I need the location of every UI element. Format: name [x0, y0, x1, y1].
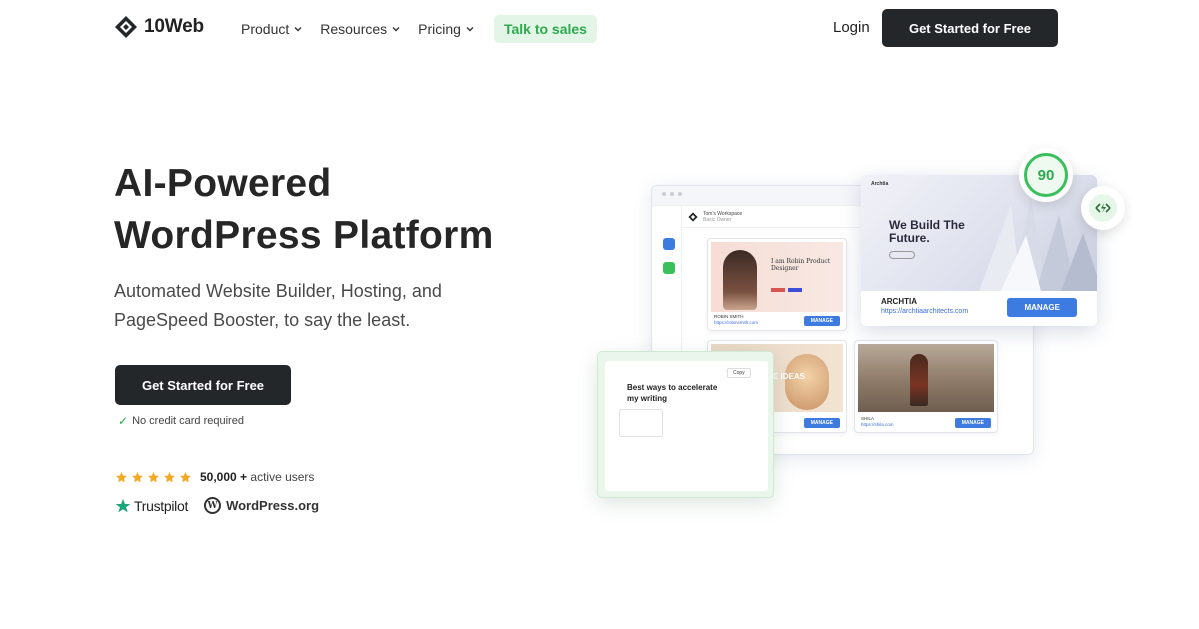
- trustpilot-star-icon: [115, 498, 131, 512]
- manage-button[interactable]: MANAGE: [954, 418, 991, 428]
- rating-row: 50,000 + active users: [115, 470, 314, 484]
- active-users-count: 50,000 +: [200, 470, 248, 484]
- site-card-shila: SHILA https://shila.com MANAGE: [854, 340, 998, 433]
- get-started-button-hero[interactable]: Get Started for Free: [115, 365, 291, 405]
- wordpress-label: WordPress.org: [226, 498, 320, 513]
- site-headline: E IDEAS: [773, 372, 806, 381]
- wordpress-badge[interactable]: W WordPress.org: [204, 497, 319, 514]
- star-icon: [116, 471, 127, 482]
- hero-subtitle-line2: PageSpeed Booster, to say the least.: [114, 310, 411, 330]
- get-started-button-header[interactable]: Get Started for Free: [882, 9, 1058, 47]
- top-navigation: 10Web Product Resources Pricing Talk to …: [0, 0, 1199, 56]
- preview-button: [771, 288, 785, 292]
- site-card-robin: I am Robin Product Designer ROBIN SMITH …: [707, 238, 847, 331]
- hero-subtitle: Automated Website Builder, Hosting, and …: [114, 277, 494, 335]
- site-url: https://robinsmith.com: [714, 320, 759, 325]
- menu-resources[interactable]: Resources: [320, 21, 400, 37]
- login-link[interactable]: Login: [833, 19, 870, 36]
- ai-writer-heading: Best ways to accelerate my writing: [627, 383, 718, 403]
- site-preview: I am Robin Product Designer: [711, 242, 843, 312]
- workspace-name: Tom's Workspace: [703, 210, 743, 217]
- archtia-site-card: Archtia We Build The Future. ARCHTIA htt…: [861, 175, 1097, 326]
- sidebar-tile-blue: [663, 238, 675, 250]
- ai-writer-textbox[interactable]: [619, 409, 663, 437]
- portrait-image: [910, 354, 928, 406]
- site-preview: [858, 344, 994, 412]
- wordpress-logo-icon: W: [204, 497, 222, 514]
- ai-writer-panel: Copy Best ways to accelerate my writing: [605, 361, 768, 491]
- site-meta: ROBIN SMITH https://robinsmith.com: [714, 314, 758, 326]
- active-users-text: 50,000 + active users: [200, 470, 314, 484]
- archtia-headline: We Build The Future.: [889, 219, 965, 245]
- 10web-logo-icon: [688, 211, 698, 222]
- archtia-preview-button: [889, 251, 915, 259]
- talk-to-sales-button[interactable]: Talk to sales: [493, 15, 597, 43]
- menu-product-label: Product: [241, 21, 290, 37]
- star-icon: [148, 471, 159, 482]
- brand-name: 10Web: [144, 16, 204, 37]
- chevron-down-icon: [466, 27, 474, 32]
- hero-title: AI-Powered WordPress Platform: [114, 158, 574, 262]
- ai-writer-card: Copy Best ways to accelerate my writing: [597, 351, 774, 498]
- menu-pricing[interactable]: Pricing: [418, 21, 474, 37]
- portrait-image: [785, 354, 829, 410]
- pagespeed-score: 90: [1024, 153, 1068, 197]
- trustpilot-label: Trustpilot: [134, 497, 189, 514]
- workspace-role: Basic Owner: [703, 216, 732, 223]
- manage-button[interactable]: MANAGE: [1007, 298, 1077, 317]
- menu-resources-label: Resources: [320, 21, 388, 37]
- trustpilot-badge[interactable]: Trustpilot: [115, 498, 188, 514]
- manage-button[interactable]: MANAGE: [803, 418, 840, 428]
- archtia-site-name: ARCHTIA: [881, 297, 917, 306]
- window-dot: [678, 192, 682, 196]
- manage-button[interactable]: MANAGE: [803, 316, 840, 326]
- sidebar-tile-green: [663, 262, 675, 274]
- booster-badge: [1081, 186, 1125, 230]
- pagespeed-score-badge: 90: [1019, 148, 1073, 202]
- hero-illustration: Tom's Workspace Basic Owner I am Robin P…: [595, 140, 1135, 505]
- active-users-suffix: active users: [250, 470, 315, 484]
- menu-pricing-label: Pricing: [418, 21, 461, 37]
- main-menu: Product Resources Pricing Talk to sales: [241, 15, 597, 43]
- copy-button[interactable]: Copy: [727, 368, 751, 378]
- site-url: https://shila.com: [861, 422, 894, 427]
- portrait-image: [723, 250, 757, 310]
- trust-logos: Trustpilot W WordPress.org: [115, 497, 319, 514]
- lightning-icon: [1089, 194, 1117, 222]
- site-meta: SHILA https://shila.com: [861, 416, 894, 428]
- preview-button: [788, 288, 802, 292]
- window-dot: [670, 192, 674, 196]
- archtia-site-url[interactable]: https://archtiaarchitects.com: [881, 308, 968, 315]
- hero-subtitle-line1: Automated Website Builder, Hosting, and: [114, 281, 442, 301]
- menu-product[interactable]: Product: [241, 21, 302, 37]
- star-icon: [132, 471, 143, 482]
- workspace-info: Tom's Workspace Basic Owner: [703, 211, 742, 223]
- 10web-logo-icon: [115, 16, 137, 38]
- checkmark-icon: ✓: [118, 414, 129, 428]
- hero-title-line2: WordPress Platform: [114, 214, 494, 257]
- chevron-down-icon: [392, 27, 400, 32]
- no-credit-card-note: ✓ No credit card required: [118, 414, 244, 428]
- archtia-headline-line2: Future.: [889, 231, 930, 245]
- window-dot: [662, 192, 666, 196]
- hero-title-line1: AI-Powered: [114, 162, 332, 205]
- chevron-down-icon: [294, 27, 302, 32]
- brand-logo[interactable]: 10Web: [114, 15, 204, 39]
- archtia-brand: Archtia: [871, 181, 889, 187]
- star-icon: [164, 471, 175, 482]
- star-rating: [115, 471, 192, 484]
- site-headline: I am Robin Product Designer: [771, 258, 831, 272]
- star-icon: [180, 471, 191, 482]
- no-credit-card-text: No credit card required: [132, 415, 244, 427]
